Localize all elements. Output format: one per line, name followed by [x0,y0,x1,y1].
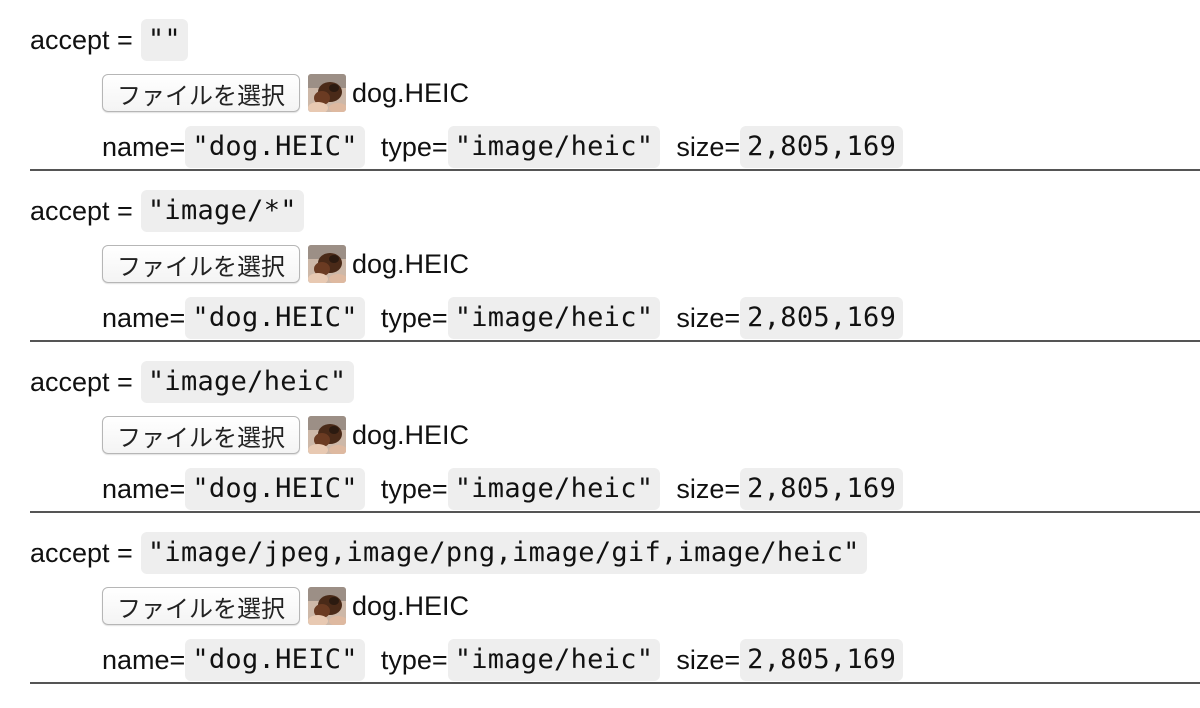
file-input-section: accept = "image/*" ファイルを選択 dog.HEIC name… [0,171,1200,342]
selected-file-name: dog.HEIC [352,248,470,279]
accept-value: "image/*" [140,190,304,232]
selected-file-name: dog.HEIC [352,77,470,108]
type-key: type= [380,644,448,675]
name-value: "dog.HEIC" [185,639,365,681]
accept-line: accept = "image/jpeg,image/png,image/gif… [30,532,867,574]
file-input: ファイルを選択 dog.HEIC [102,585,469,627]
file-input-section: accept = "image/heic" ファイルを選択 dog.HEIC n… [0,342,1200,513]
size-value: 2,805,169 [740,468,904,510]
file-metadata: name= "dog.HEIC" type= "image/heic" size… [102,639,904,681]
choose-file-button[interactable]: ファイルを選択 [102,74,300,112]
choose-file-button[interactable]: ファイルを選択 [102,416,300,454]
accept-value: "image/heic" [140,361,354,403]
size-value: 2,805,169 [740,126,904,168]
type-key: type= [380,131,448,162]
accept-line: accept = "image/heic" [30,361,354,403]
type-key: type= [380,473,448,504]
accept-line: accept = "" [30,19,188,61]
name-key: name= [102,131,186,162]
size-value: 2,805,169 [740,639,904,681]
dog-photo-thumbnail-icon [308,74,346,112]
file-input: ファイルを選択 dog.HEIC [102,243,469,285]
file-input-section: accept = "image/jpeg,image/png,image/gif… [0,513,1200,684]
dog-photo-thumbnail-icon [308,245,346,283]
size-key: size= [676,302,741,333]
accept-line: accept = "image/*" [30,190,304,232]
selected-file-name: dog.HEIC [352,419,470,450]
file-metadata: name= "dog.HEIC" type= "image/heic" size… [102,126,904,168]
type-value: "image/heic" [447,126,661,168]
name-value: "dog.HEIC" [185,297,365,339]
accept-value: "image/jpeg,image/png,image/gif,image/he… [140,532,867,574]
dog-photo-thumbnail-icon [308,416,346,454]
file-metadata: name= "dog.HEIC" type= "image/heic" size… [102,468,904,510]
size-key: size= [676,473,741,504]
name-key: name= [102,473,186,504]
name-value: "dog.HEIC" [185,126,365,168]
size-key: size= [676,131,741,162]
name-key: name= [102,302,186,333]
accept-label: accept = [30,195,133,226]
dog-photo-thumbnail-icon [308,587,346,625]
type-value: "image/heic" [447,639,661,681]
selected-file-name: dog.HEIC [352,590,470,621]
choose-file-button[interactable]: ファイルを選択 [102,245,300,283]
accept-label: accept = [30,537,133,568]
file-input-section: accept = "" ファイルを選択 dog.HEIC name= "dog.… [0,0,1200,171]
size-key: size= [676,644,741,675]
type-key: type= [380,302,448,333]
accept-value: "" [140,19,188,61]
size-value: 2,805,169 [740,297,904,339]
choose-file-button[interactable]: ファイルを選択 [102,587,300,625]
file-input: ファイルを選択 dog.HEIC [102,414,469,456]
file-input: ファイルを選択 dog.HEIC [102,72,469,114]
accept-label: accept = [30,24,133,55]
file-metadata: name= "dog.HEIC" type= "image/heic" size… [102,297,904,339]
name-value: "dog.HEIC" [185,468,365,510]
section-divider [30,682,1200,684]
accept-label: accept = [30,366,133,397]
name-key: name= [102,644,186,675]
type-value: "image/heic" [447,468,661,510]
type-value: "image/heic" [447,297,661,339]
